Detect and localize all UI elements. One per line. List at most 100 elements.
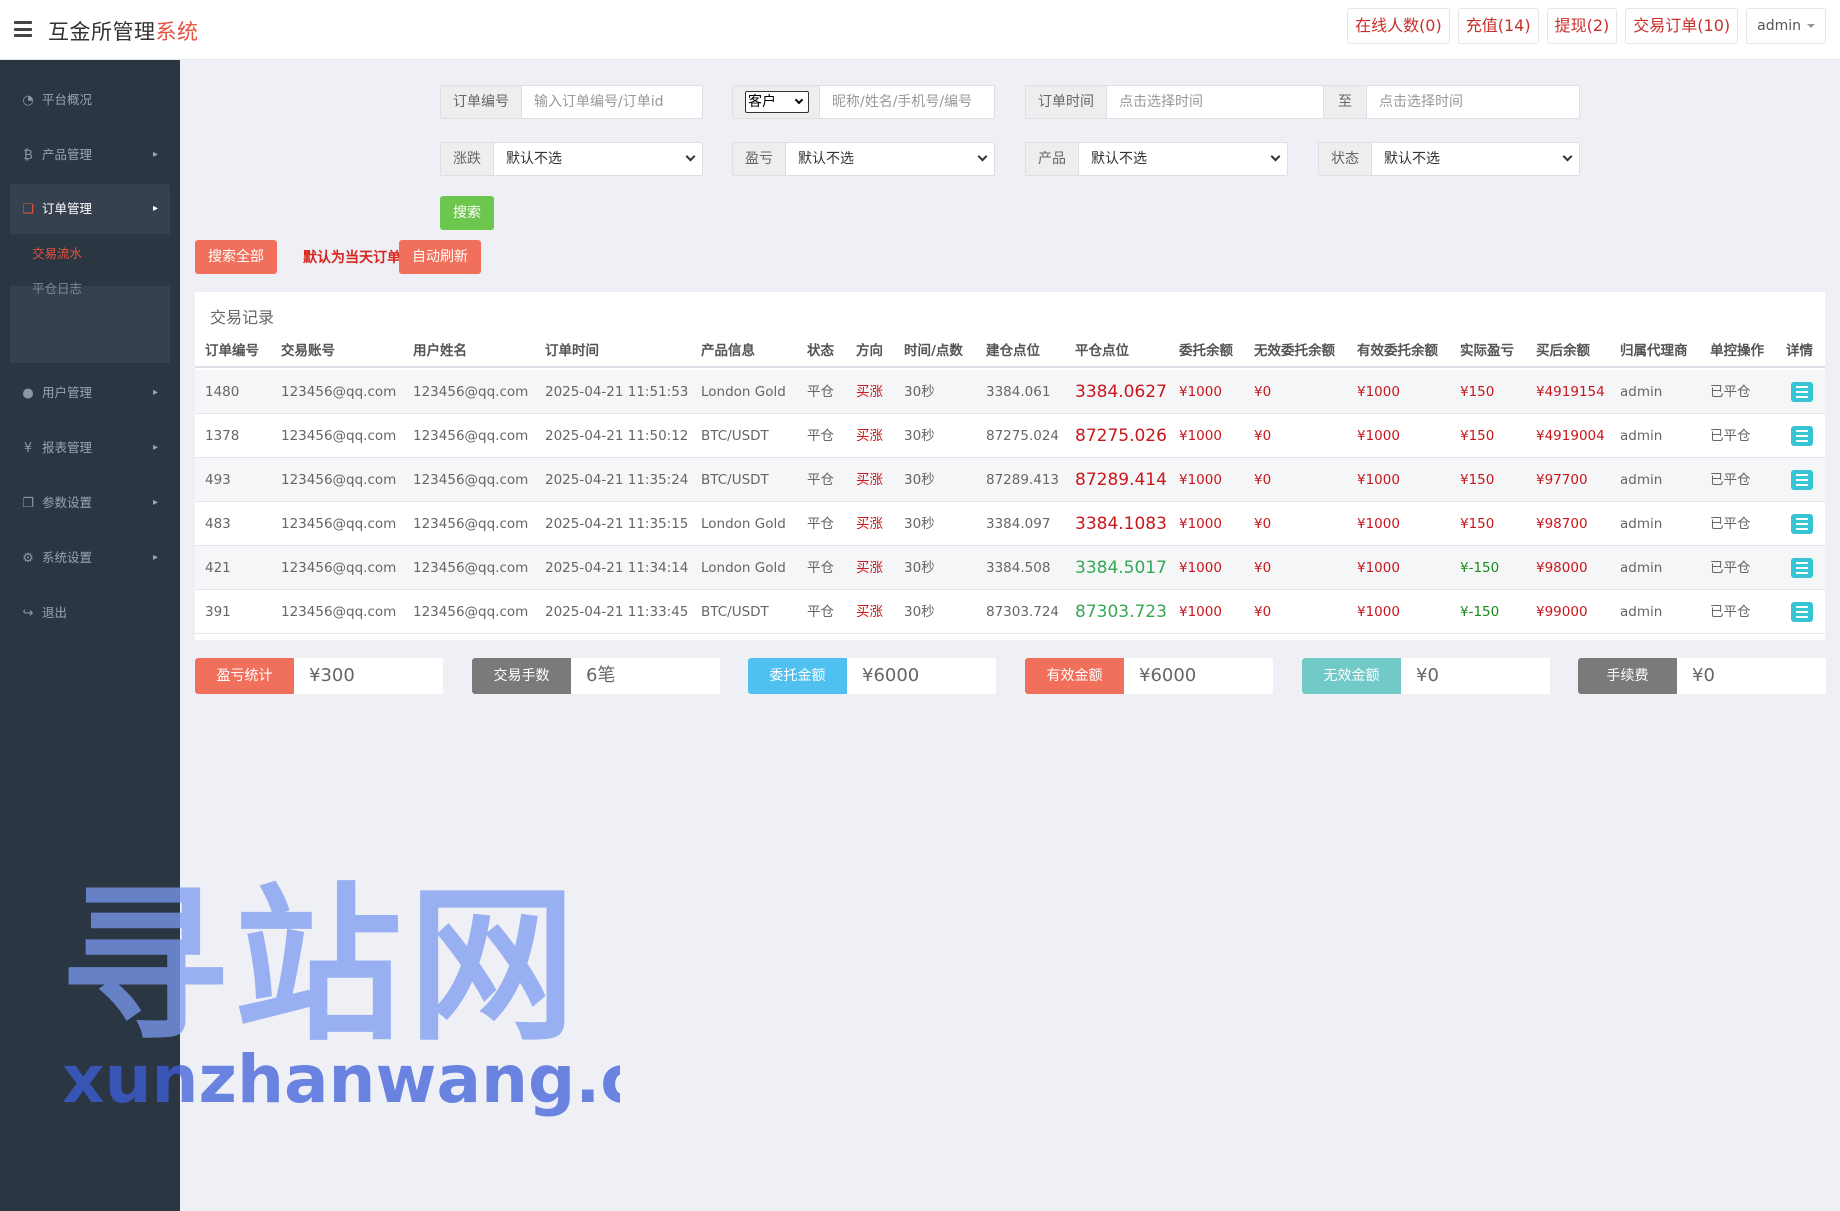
cell-order-id: 1480 xyxy=(205,384,240,400)
sidebar-item-products[interactable]: ₿ 产品管理 ▸ xyxy=(10,134,170,176)
sidebar-item-params[interactable]: ❐ 参数设置 ▸ xyxy=(10,482,170,524)
status-filter: 状态 默认不选 xyxy=(1318,142,1580,176)
menu-toggle-icon[interactable] xyxy=(14,21,32,37)
status-select[interactable]: 默认不选 xyxy=(1372,143,1579,175)
cell-status: 平仓 xyxy=(807,428,834,444)
stat-value: ¥0 xyxy=(1692,665,1715,686)
product-select[interactable]: 默认不选 xyxy=(1079,143,1287,175)
stat-valid: 有效金额 ¥6000 xyxy=(1025,658,1273,694)
column-header: 单控操作 xyxy=(1710,343,1764,359)
chevron-right-icon: ▸ xyxy=(152,497,158,508)
time-end-input[interactable]: 点击选择时间 xyxy=(1367,86,1579,118)
panel-title: 交易记录 xyxy=(210,308,275,327)
detail-list-icon[interactable] xyxy=(1791,602,1813,622)
cell-agent: admin xyxy=(1620,560,1663,576)
profit-select[interactable]: 默认不选 xyxy=(786,143,994,175)
profit-label: 盈亏 xyxy=(733,143,786,175)
cell-control: 已平仓 xyxy=(1710,560,1751,576)
table-row: 1480 123456@qq.com 123456@qq.com 2025-04-21… xyxy=(195,370,1825,414)
withdraw-button[interactable]: 提现(2) xyxy=(1546,8,1618,44)
cell-close-price: 3384.1083 xyxy=(1075,514,1167,534)
customer-type-select[interactable]: 客户 xyxy=(745,91,809,113)
cell-entrust: ¥1000 xyxy=(1179,604,1222,620)
cell-balance: ¥98000 xyxy=(1536,560,1588,576)
cell-user-name: 123456@qq.com xyxy=(413,604,529,620)
detail-list-icon[interactable] xyxy=(1791,382,1813,402)
cell-valid-entrust: ¥1000 xyxy=(1357,516,1400,532)
column-header: 实际盈亏 xyxy=(1460,343,1514,359)
yen-icon: ¥ xyxy=(23,441,33,456)
auto-refresh-button[interactable]: 自动刷新 xyxy=(399,240,481,274)
sidebar-subitem-trade-flow[interactable]: 交易流水 xyxy=(32,243,82,262)
cell-entrust: ¥1000 xyxy=(1179,384,1222,400)
user-menu[interactable]: admin xyxy=(1746,8,1826,44)
cell-order-time: 2025-04-21 11:33:45 xyxy=(545,604,689,620)
sidebar-item-label: 用户管理 xyxy=(42,385,93,400)
sidebar-item-system[interactable]: ⚙ 系统设置 ▸ xyxy=(10,537,170,579)
time-start-input[interactable]: 点击选择时间 xyxy=(1107,86,1324,118)
search-all-button[interactable]: 搜索全部 xyxy=(195,240,277,274)
recharge-button[interactable]: 充值(14) xyxy=(1457,8,1539,44)
search-button[interactable]: 搜索 xyxy=(440,196,494,230)
column-header: 订单编号 xyxy=(205,343,259,359)
online-users-button[interactable]: 在线人数(0) xyxy=(1347,8,1450,44)
sidebar-item-logout[interactable]: ↪ 退出 xyxy=(10,592,170,634)
detail-list-icon[interactable] xyxy=(1791,558,1813,578)
stat-label: 交易手数 xyxy=(472,658,571,694)
user-icon: ● xyxy=(22,386,34,401)
cell-open-price: 87275.024 xyxy=(986,428,1060,444)
cell-product: London Gold xyxy=(701,516,786,532)
bitcoin-icon: ₿ xyxy=(23,148,33,163)
cell-balance: ¥98700 xyxy=(1536,516,1588,532)
sidebar-subitem-close-log[interactable]: 平仓日志 xyxy=(32,278,82,297)
sidebar-item-orders[interactable]: ❏ 订单管理 ▸ xyxy=(10,184,170,234)
sidebar-item-label: 参数设置 xyxy=(42,495,93,510)
cell-invalid-entrust: ¥0 xyxy=(1254,472,1272,488)
chevron-down-icon xyxy=(685,151,696,162)
column-header: 方向 xyxy=(856,343,883,359)
column-header: 用户姓名 xyxy=(413,343,467,359)
sidebar-item-users[interactable]: ● 用户管理 ▸ xyxy=(10,372,170,414)
column-header: 时间/点数 xyxy=(904,343,963,359)
cell-order-id: 483 xyxy=(205,516,231,532)
rise-fall-select[interactable]: 默认不选 xyxy=(494,143,702,175)
customer-search-input[interactable]: 昵称/姓名/手机号/编号 xyxy=(820,86,994,118)
logout-icon: ↪ xyxy=(22,606,34,621)
top-navbar: 互金所管理系统 在线人数(0) 充值(14) 提现(2) 交易订单(10) ad… xyxy=(0,0,1840,60)
order-no-filter: 订单编号 输入订单编号/订单id xyxy=(440,85,703,119)
cell-product: BTC/USDT xyxy=(701,472,769,488)
chevron-down-icon xyxy=(1270,151,1281,162)
chevron-down-icon xyxy=(794,95,804,105)
cell-open-price: 3384.097 xyxy=(986,516,1051,532)
detail-list-icon[interactable] xyxy=(1791,426,1813,446)
cell-product: BTC/USDT xyxy=(701,428,769,444)
stat-label: 手续费 xyxy=(1578,658,1677,694)
cell-user-name: 123456@qq.com xyxy=(413,560,529,576)
trade-orders-button[interactable]: 交易订单(10) xyxy=(1625,8,1739,44)
orders-icon: ❏ xyxy=(22,202,34,217)
product-filter: 产品 默认不选 xyxy=(1025,142,1288,176)
order-no-input[interactable]: 输入订单编号/订单id xyxy=(522,86,702,118)
svg-text:xunzhanwang.com: xunzhanwang.com xyxy=(62,1041,620,1118)
cell-direction: 买涨 xyxy=(856,428,883,444)
cell-valid-entrust: ¥1000 xyxy=(1357,472,1400,488)
app-title: 互金所管理系统 xyxy=(48,20,199,44)
detail-list-icon[interactable] xyxy=(1791,514,1813,534)
cell-user-name: 123456@qq.com xyxy=(413,516,529,532)
sidebar-item-label: 产品管理 xyxy=(42,147,93,162)
cell-status: 平仓 xyxy=(807,472,834,488)
stat-value: ¥6000 xyxy=(1139,665,1197,686)
sidebar-item-overview[interactable]: ◔ 平台概况 xyxy=(10,79,170,121)
cell-balance: ¥4919004 xyxy=(1536,428,1605,444)
caret-down-icon xyxy=(1807,24,1815,28)
table-header: 订单编号 交易账号 用户姓名 订单时间 产品信息 状态 方向 时间/点数 建仓点… xyxy=(195,336,1825,368)
cell-pnl: ¥-150 xyxy=(1460,560,1500,576)
detail-list-icon[interactable] xyxy=(1791,470,1813,490)
cell-invalid-entrust: ¥0 xyxy=(1254,516,1272,532)
cell-order-time: 2025-04-21 11:35:24 xyxy=(545,472,689,488)
column-header: 有效委托余额 xyxy=(1357,343,1438,359)
cell-close-price: 3384.0627 xyxy=(1075,382,1167,402)
sidebar-item-reports[interactable]: ¥ 报表管理 ▸ xyxy=(10,427,170,469)
cell-account: 123456@qq.com xyxy=(281,604,397,620)
cell-duration: 30秒 xyxy=(904,516,935,532)
